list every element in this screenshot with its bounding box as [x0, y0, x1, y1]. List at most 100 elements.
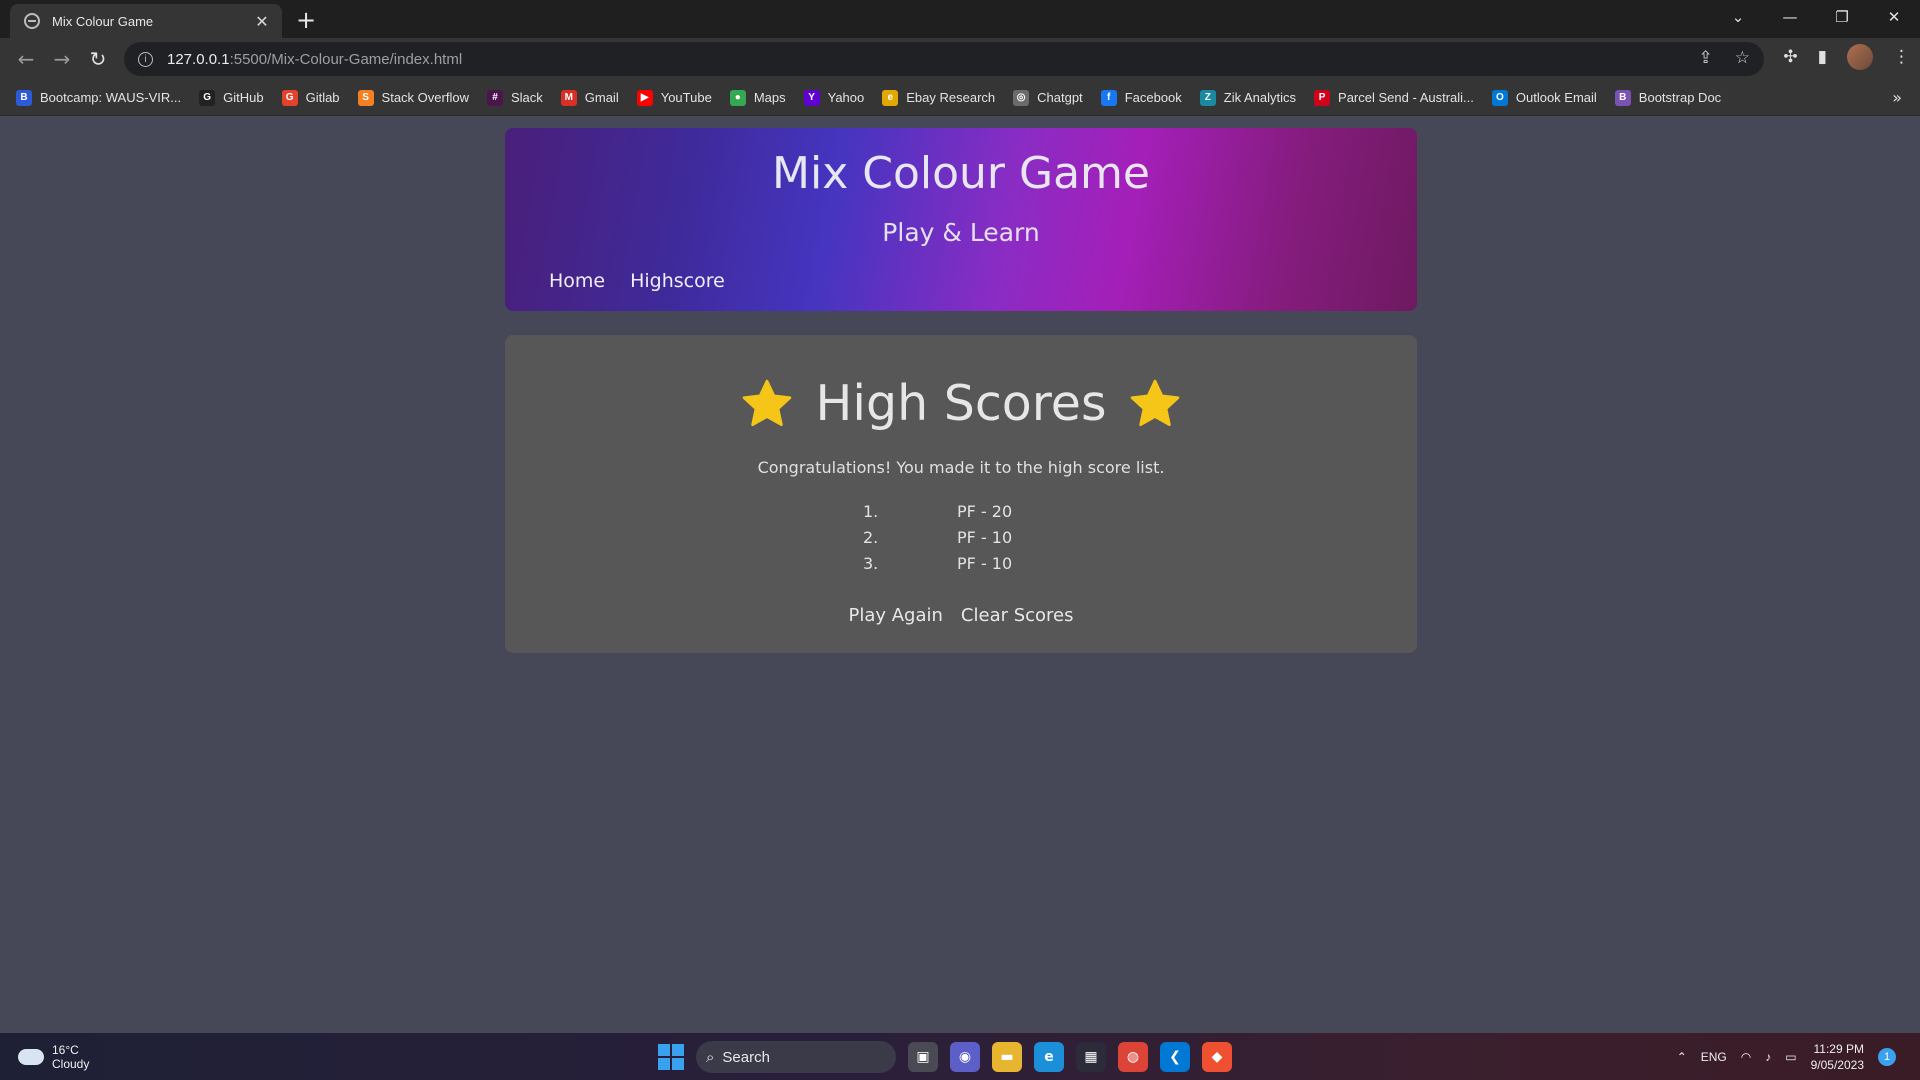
weather-temperature: 16°C: [52, 1043, 79, 1057]
cloud-icon: [18, 1049, 44, 1065]
bookmark-star-icon[interactable]: ☆: [1735, 48, 1750, 68]
star-icon: [742, 379, 791, 426]
clear-scores-button[interactable]: Clear Scores: [961, 605, 1074, 626]
teams-chat-icon[interactable]: ◉: [950, 1042, 980, 1072]
new-tab-button[interactable]: +: [296, 6, 316, 34]
bookmark-item[interactable]: f Facebook: [1100, 89, 1182, 106]
close-window-button[interactable]: ✕: [1868, 8, 1920, 26]
browser-toolbar: ← → ↻ i 127.0.0.1:5500/Mix-Colour-Game/i…: [0, 38, 1920, 80]
bookmark-label: Slack: [510, 90, 543, 105]
card-actions: Play Again Clear Scores: [505, 605, 1417, 626]
bookmark-label: GitHub: [223, 90, 264, 105]
share-icon[interactable]: ⇪: [1699, 48, 1713, 68]
bookmark-label: Chatgpt: [1037, 90, 1083, 105]
bookmark-item[interactable]: M Gmail: [560, 89, 619, 106]
tab-strip: Mix Colour Game ✕ + ⌄ — ❐ ✕: [0, 0, 1920, 38]
nav-highscore-link[interactable]: Highscore: [630, 270, 725, 292]
bookmark-item[interactable]: ▶ YouTube: [636, 89, 712, 106]
outlook-icon: O: [1491, 89, 1508, 106]
play-again-button[interactable]: Play Again: [848, 605, 942, 626]
score-row: 3. PF - 10: [863, 554, 1012, 580]
site-info-icon[interactable]: i: [138, 51, 153, 67]
file-explorer-icon[interactable]: ▬: [992, 1042, 1022, 1072]
language-indicator[interactable]: ENG: [1701, 1050, 1727, 1064]
gmail-icon: M: [560, 89, 577, 106]
score-row: 1. PF - 20: [863, 502, 1012, 528]
facebook-icon: f: [1100, 89, 1117, 106]
bookmark-item[interactable]: B Bootstrap Doc: [1614, 89, 1722, 106]
bookmark-label: Maps: [753, 90, 786, 105]
window-controls: ⌄ — ❐ ✕: [1712, 0, 1920, 34]
chrome-icon[interactable]: ◍: [1118, 1042, 1148, 1072]
minimize-button[interactable]: —: [1764, 8, 1816, 26]
battery-icon[interactable]: ▭: [1785, 1050, 1796, 1064]
youtube-icon: ▶: [636, 89, 653, 106]
slack-icon: #: [486, 89, 503, 106]
bookmark-item[interactable]: G GitHub: [199, 89, 264, 106]
bookmark-item[interactable]: ◎ Chatgpt: [1013, 89, 1083, 106]
score-entry: PF - 20: [957, 502, 1013, 521]
tab-search-icon[interactable]: ⌄: [1712, 8, 1764, 26]
site-header: Mix Colour Game Play & Learn Home Highsc…: [505, 128, 1417, 311]
highscore-heading: High Scores: [505, 375, 1417, 432]
bookmark-label: Facebook: [1124, 90, 1182, 105]
reload-icon[interactable]: ↻: [80, 47, 116, 71]
site-title: Mix Colour Game: [772, 148, 1150, 199]
bookmark-label: Gitlab: [305, 90, 340, 105]
ebay-icon: e: [882, 89, 899, 106]
windows-start-icon[interactable]: [658, 1044, 684, 1070]
bookmark-item[interactable]: B Bootcamp: WAUS-VIR...: [16, 89, 181, 106]
menu-icon[interactable]: ⋮: [1893, 47, 1910, 67]
extensions-icon[interactable]: ✣: [1783, 47, 1797, 67]
volume-icon[interactable]: ♪: [1765, 1050, 1771, 1064]
bookmark-item[interactable]: S Stack Overflow: [357, 89, 469, 106]
parcelsend-icon: P: [1314, 89, 1331, 106]
stackoverflow-icon: S: [357, 89, 374, 106]
bookmark-item[interactable]: # Slack: [486, 89, 543, 106]
close-tab-icon[interactable]: ✕: [252, 12, 272, 31]
bookmark-item[interactable]: Z Zik Analytics: [1199, 89, 1296, 106]
tray-chevron-icon[interactable]: ⌃: [1677, 1050, 1687, 1064]
nav-home-link[interactable]: Home: [549, 270, 605, 292]
task-view-icon[interactable]: ▣: [908, 1042, 938, 1072]
score-entry: PF - 10: [957, 554, 1013, 573]
weather-widget[interactable]: 16°C Cloudy: [18, 1043, 89, 1071]
bookmarks-overflow-icon[interactable]: »: [1892, 88, 1902, 107]
star-icon: [1131, 379, 1180, 426]
bookmark-item[interactable]: O Outlook Email: [1491, 89, 1597, 106]
bookmark-item[interactable]: Y Yahoo: [803, 89, 864, 106]
address-bar[interactable]: i 127.0.0.1:5500/Mix-Colour-Game/index.h…: [124, 42, 1764, 76]
notification-badge[interactable]: 1: [1878, 1048, 1896, 1066]
bookmark-label: YouTube: [660, 90, 712, 105]
side-panel-icon[interactable]: ▮: [1818, 47, 1827, 67]
system-tray: ⌃ ENG ◠ ♪ ▭ 11:29 PM 9/05/2023 1: [1677, 1041, 1896, 1073]
microsoft-store-icon[interactable]: ▦: [1076, 1042, 1106, 1072]
wifi-icon[interactable]: ◠: [1741, 1050, 1751, 1064]
bookmark-label: Bootstrap Doc: [1638, 90, 1722, 105]
back-arrow-icon[interactable]: ←: [8, 47, 44, 71]
yahoo-icon: Y: [803, 89, 820, 106]
taskbar-search[interactable]: ⌕ Search: [696, 1041, 896, 1073]
bookmark-item[interactable]: P Parcel Send - Australi...: [1314, 89, 1474, 106]
clock[interactable]: 11:29 PM 9/05/2023: [1811, 1041, 1864, 1073]
clock-date: 9/05/2023: [1810, 1058, 1864, 1072]
bookmark-item[interactable]: e Ebay Research: [882, 89, 996, 106]
bookmark-label: Gmail: [584, 90, 619, 105]
profile-avatar[interactable]: [1847, 44, 1873, 70]
github-icon: G: [199, 89, 216, 106]
bookmark-item[interactable]: G Gitlab: [281, 89, 340, 106]
forward-arrow-icon[interactable]: →: [44, 47, 80, 71]
congrats-message: Congratulations! You made it to the high…: [757, 458, 1165, 477]
browser-tab[interactable]: Mix Colour Game ✕: [10, 4, 282, 38]
bookmark-item[interactable]: ● Maps: [729, 89, 786, 106]
vscode-icon[interactable]: ❮: [1160, 1042, 1190, 1072]
bookmark-label: Ebay Research: [906, 90, 996, 105]
gitlab-icon: G: [281, 89, 298, 106]
restore-button[interactable]: ❐: [1816, 8, 1868, 26]
git-icon[interactable]: ◆: [1202, 1042, 1232, 1072]
page-content: Mix Colour Game Play & Learn Home Highsc…: [0, 117, 1920, 1033]
edge-icon[interactable]: e: [1034, 1042, 1064, 1072]
highscore-title: High Scores: [815, 375, 1107, 432]
globe-icon: [24, 13, 40, 29]
bookmark-label: Parcel Send - Australi...: [1338, 90, 1474, 105]
